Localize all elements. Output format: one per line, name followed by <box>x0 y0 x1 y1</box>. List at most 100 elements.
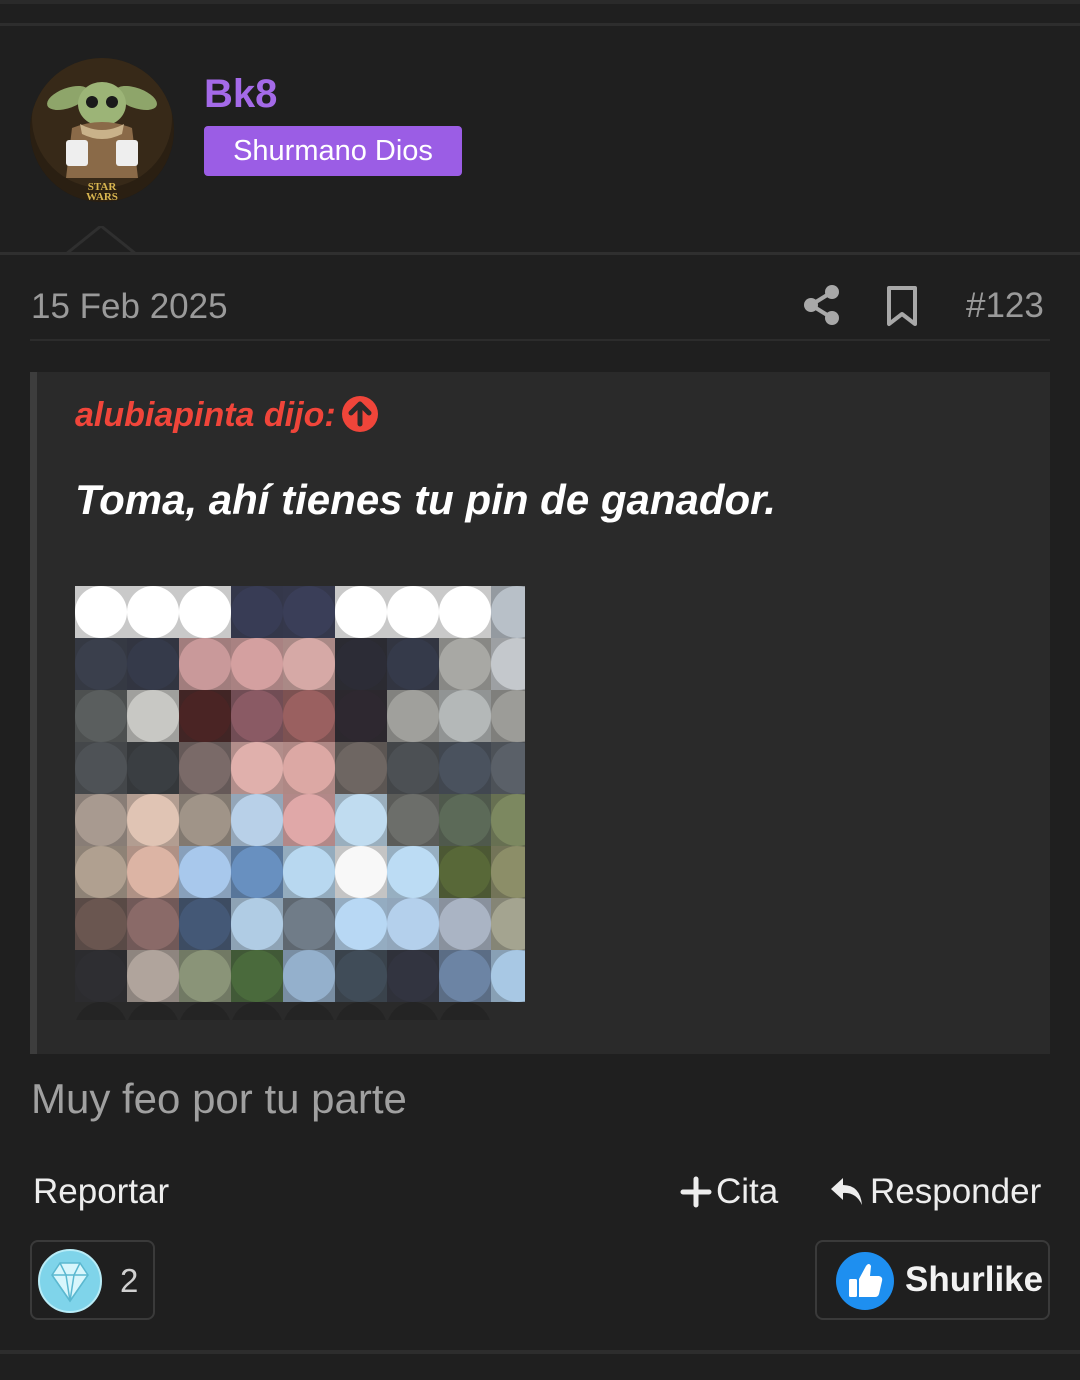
pixel-dot <box>387 846 439 898</box>
pixel-dot <box>335 898 387 950</box>
report-link[interactable]: Reportar <box>33 1172 169 1212</box>
bookmark-button[interactable] <box>884 284 920 328</box>
pixel-dot <box>387 638 439 690</box>
pixel-dot <box>179 742 231 794</box>
post-body-text: Muy feo por tu parte <box>31 1075 407 1122</box>
svg-text:WARS: WARS <box>86 191 118 202</box>
pixel-dot <box>231 690 283 742</box>
pixel-dot <box>75 586 127 638</box>
pixel-dot <box>283 846 335 898</box>
pixel-dot <box>127 586 179 638</box>
pixel-dot <box>179 950 231 1002</box>
pixel-dot <box>335 586 387 638</box>
post-permalink-number[interactable]: #123 <box>966 286 1044 326</box>
pixel-dot <box>335 690 387 742</box>
quote-jump-button[interactable] <box>340 394 380 434</box>
shurlike-button[interactable]: Shurlike <box>815 1240 1050 1320</box>
pixel-dot <box>127 742 179 794</box>
reply-arrow-icon <box>831 1178 862 1205</box>
pixel-dot <box>231 950 283 1002</box>
pixel-dot <box>283 586 335 638</box>
pixel-dot <box>387 690 439 742</box>
shurlike-label: Shurlike <box>905 1260 1044 1299</box>
pixel-dot <box>127 638 179 690</box>
pixel-dot <box>75 742 127 794</box>
share-icon <box>804 285 839 325</box>
pixel-dot <box>439 794 491 846</box>
pixel-dot <box>231 586 283 638</box>
avatar[interactable]: STAR WARS <box>30 58 174 202</box>
cite-link[interactable]: Cita <box>680 1172 778 1212</box>
avatar-image: STAR WARS <box>30 58 174 202</box>
pixel-dot <box>335 846 387 898</box>
pixel-dot <box>335 794 387 846</box>
pixel-dot <box>387 586 439 638</box>
reply-label: Responder <box>870 1172 1042 1211</box>
reaction-count: 2 <box>120 1262 139 1299</box>
pixel-dot <box>231 742 283 794</box>
pixel-dot <box>75 638 127 690</box>
post-date[interactable]: 15 Feb 2025 <box>31 287 228 327</box>
pixel-dot <box>335 638 387 690</box>
pixel-dot <box>75 690 127 742</box>
pixel-dot <box>387 742 439 794</box>
pixel-dot <box>283 742 335 794</box>
pixel-dot <box>231 638 283 690</box>
pixel-dot <box>75 846 127 898</box>
pixel-dot <box>439 950 491 1002</box>
pixel-dot <box>283 950 335 1002</box>
reactions-summary[interactable]: 2 <box>30 1240 155 1320</box>
bookmark-icon <box>887 286 917 326</box>
pixel-dot <box>127 898 179 950</box>
pixel-dot <box>439 586 491 638</box>
cite-label: Cita <box>716 1172 779 1211</box>
diamond-icon <box>38 1249 102 1313</box>
pixel-dot <box>179 586 231 638</box>
pixel-dot <box>127 690 179 742</box>
pixel-dot <box>439 690 491 742</box>
plus-icon <box>680 1176 712 1208</box>
user-title-badge: Shurmano Dios <box>204 126 462 176</box>
reply-link[interactable]: Responder <box>828 1172 1041 1212</box>
quote-block: alubiapinta dijo: Toma, ahí tienes tu pi… <box>30 372 1050 1054</box>
bottom-divider <box>0 1350 1080 1354</box>
pixel-dot <box>179 690 231 742</box>
post-user-header: STAR WARS Bk8 Shurmano Dios <box>0 26 1080 254</box>
pixel-dot <box>127 794 179 846</box>
pixel-dot <box>283 638 335 690</box>
pixelated-photo <box>75 584 525 1020</box>
pixel-dot <box>75 794 127 846</box>
pixel-dot <box>231 794 283 846</box>
pixel-dot <box>231 898 283 950</box>
pixel-dot <box>439 742 491 794</box>
pixel-dot <box>387 950 439 1002</box>
pixel-dot <box>387 898 439 950</box>
pixel-dot <box>439 638 491 690</box>
pixel-dot <box>179 898 231 950</box>
share-button[interactable] <box>802 284 842 326</box>
thumbs-up-icon <box>836 1252 894 1310</box>
username[interactable]: Bk8 <box>204 72 277 117</box>
pixel-dot <box>335 950 387 1002</box>
arrow-up-circle-icon <box>342 396 378 432</box>
quote-text: Toma, ahí tienes tu pin de ganador. <box>75 476 776 523</box>
quote-pixelated-image[interactable] <box>75 584 525 1020</box>
pixel-dot <box>231 846 283 898</box>
pixel-dot <box>387 794 439 846</box>
pixel-dot <box>439 846 491 898</box>
pixel-dot <box>283 794 335 846</box>
pixel-dot <box>335 742 387 794</box>
pixel-dot <box>283 690 335 742</box>
top-divider <box>0 0 1080 4</box>
pixel-dot <box>283 898 335 950</box>
header-divider <box>0 252 1080 255</box>
pixel-dot <box>179 794 231 846</box>
pixel-dot <box>439 898 491 950</box>
pixel-dot <box>75 898 127 950</box>
meta-divider <box>30 339 1050 341</box>
pixel-dot <box>179 846 231 898</box>
forum-post-page: STAR WARS Bk8 Shurmano Dios 15 Feb 2025 … <box>0 0 1080 1380</box>
quote-author[interactable]: alubiapinta dijo: <box>75 396 336 435</box>
pixel-dot <box>127 950 179 1002</box>
pixel-dot <box>127 846 179 898</box>
